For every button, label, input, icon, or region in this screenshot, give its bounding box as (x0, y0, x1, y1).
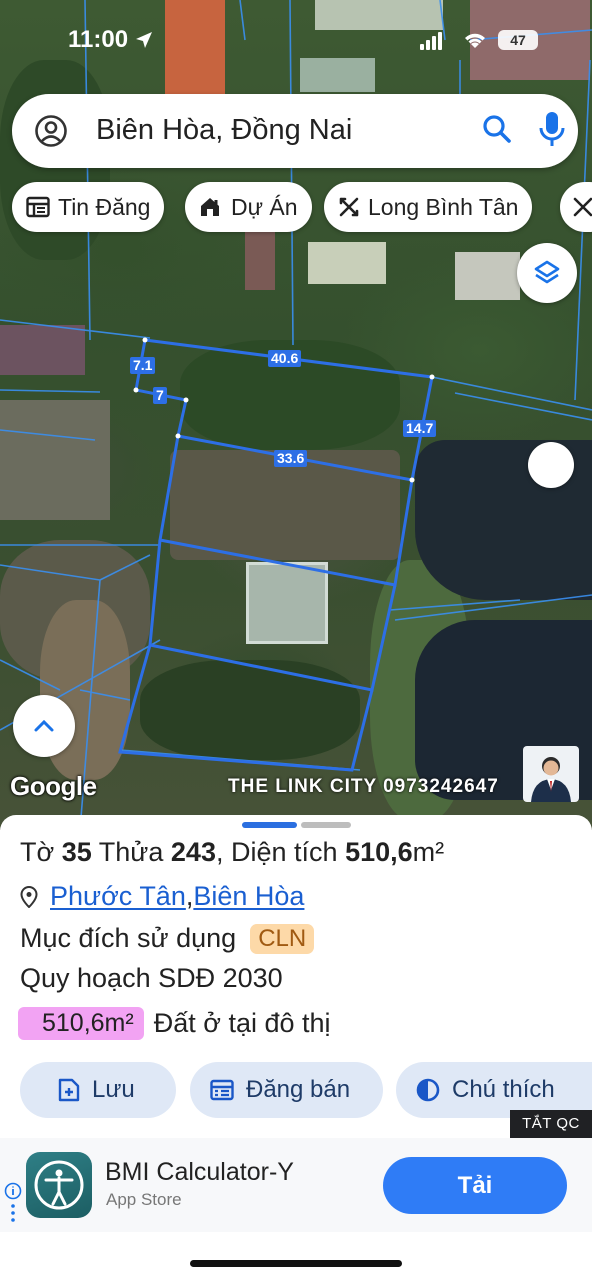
ad-banner[interactable]: BMI Calculator-Y App Store Tải (0, 1138, 592, 1232)
chip-tin-dang[interactable]: Tin Đăng (12, 182, 165, 232)
land-use-badge: CLN (250, 923, 315, 954)
map-control-button[interactable] (528, 442, 574, 488)
layers-button[interactable] (517, 243, 577, 303)
chip-label: Tin Đăng (58, 193, 151, 220)
hide-ads-button[interactable]: TẮT QC (510, 1110, 592, 1138)
contrast-icon (416, 1078, 440, 1102)
house-icon (201, 198, 219, 216)
purpose-label: Mục đích sử dụng (20, 923, 237, 953)
city-link[interactable]: Biên Hòa (193, 881, 304, 912)
dimension-label: 14.7 (403, 420, 437, 437)
get-app-button[interactable]: Tải (383, 1157, 567, 1214)
save-button[interactable]: Lưu (20, 1062, 176, 1118)
separator: , (185, 881, 194, 911)
satellite-map[interactable]: 7.1 7 40.6 14.7 33.6 11:00 47 Biên Hòa, … (0, 0, 592, 830)
dimension-label: 40.6 (268, 350, 302, 367)
thua-label: Thửa (98, 837, 164, 867)
post-label: Đăng bán (246, 1076, 351, 1103)
sheet-handle[interactable] (242, 822, 297, 828)
info-icon[interactable] (4, 1182, 22, 1226)
app-icon[interactable] (26, 1152, 92, 1218)
land-use-row: Mục đích sử dụng CLN (20, 923, 315, 954)
listing-icon (26, 196, 50, 218)
area-label: Diện tích (231, 837, 338, 867)
expand-up-button[interactable] (13, 695, 75, 757)
route-icon (573, 197, 592, 217)
chip-du-an[interactable]: Dự Án (185, 182, 312, 232)
legend-label: Chú thích (452, 1076, 555, 1103)
battery-indicator: 47 (498, 30, 538, 50)
location-arrow-icon (136, 32, 152, 48)
account-icon[interactable] (34, 114, 68, 148)
agent-avatar[interactable] (523, 746, 579, 802)
planning-row: 510,6m² Đất ở tại đô thị (18, 1007, 331, 1040)
save-label: Lưu (92, 1076, 135, 1103)
sheet-handle[interactable] (301, 822, 351, 828)
microphone-icon[interactable] (539, 111, 565, 149)
chip-label: Dự Án (231, 193, 298, 220)
route-icon (339, 197, 359, 217)
area-unit: m² (412, 837, 445, 867)
search-bar[interactable]: Biên Hòa, Đồng Nai (12, 94, 578, 168)
to-value: 35 (61, 837, 92, 867)
planning-label: Quy hoạch SDĐ 2030 (20, 963, 283, 993)
comma: , (215, 837, 224, 867)
chevron-up-icon (34, 719, 54, 732)
ward-link[interactable]: Phước Tân (50, 881, 186, 912)
chip-long-binh-tan[interactable]: Long Bình Tân (324, 182, 533, 232)
parcel-title: Tờ 35 Thửa 243, Diện tích 510,6m² (20, 837, 444, 868)
calendar-list-icon (210, 1079, 234, 1101)
watermark-text: THE LINK CITY 0973242647 (228, 776, 499, 797)
post-for-sale-button[interactable]: Đăng bán (190, 1062, 383, 1118)
google-logo: Google (10, 771, 97, 801)
thua-value: 243 (170, 837, 216, 867)
search-input[interactable]: Biên Hòa, Đồng Nai (96, 114, 352, 147)
chip-label: Long Bình Tân (368, 193, 519, 220)
ad-app-name[interactable]: BMI Calculator-Y (105, 1158, 294, 1187)
home-indicator[interactable] (190, 1260, 402, 1267)
bmi-person-icon (34, 1160, 84, 1210)
status-bar: 11:00 47 (0, 24, 592, 58)
location-pin-icon (20, 885, 38, 908)
person-portrait-icon (531, 757, 571, 802)
dimension-label: 33.6 (274, 450, 308, 467)
to-label: Tờ (20, 837, 55, 867)
parcel-location: Phước Tân, Biên Hòa (20, 881, 304, 912)
ad-store-label: App Store (106, 1190, 182, 1209)
planning-area-badge: 510,6m² (18, 1007, 144, 1040)
dimension-label: 7.1 (130, 357, 156, 374)
layers-icon (534, 260, 560, 284)
status-time: 11:00 (68, 26, 129, 53)
dimension-label: 7 (153, 387, 167, 404)
planning-type: Đất ở tại đô thị (153, 1008, 331, 1038)
area-value: 510,6 (345, 837, 413, 867)
wifi-icon (465, 33, 485, 48)
cellular-signal-icon (420, 32, 442, 50)
search-icon[interactable] (482, 114, 512, 144)
add-doc-icon (58, 1078, 80, 1102)
